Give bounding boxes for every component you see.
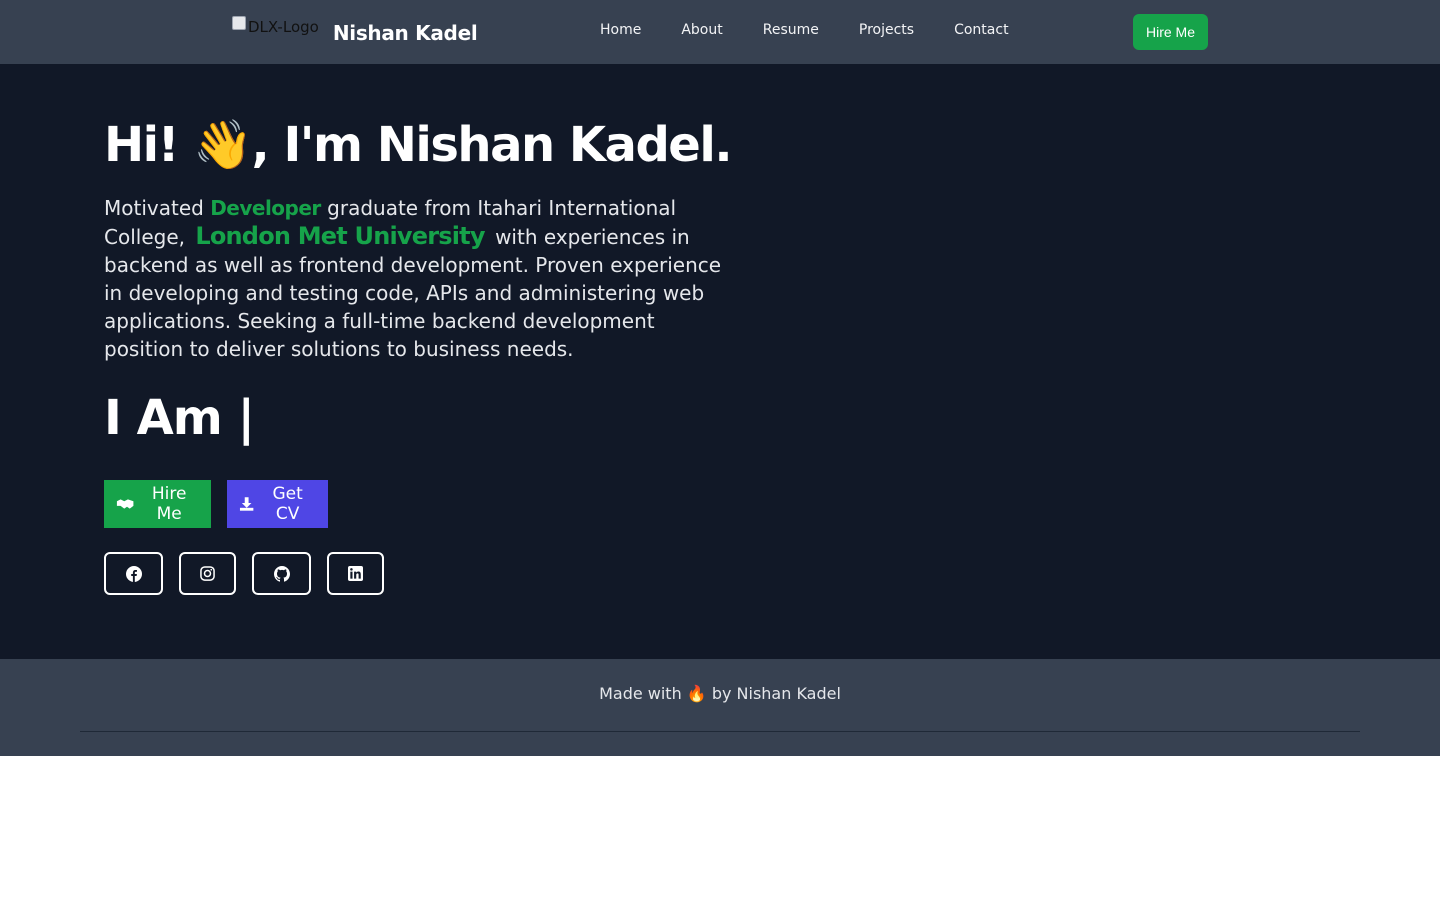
- get-cv-button[interactable]: Get CV: [227, 480, 328, 528]
- bio-prefix: Motivated: [104, 196, 204, 220]
- github-link[interactable]: [252, 552, 311, 595]
- hero-hire-button[interactable]: Hire Me: [104, 480, 211, 528]
- footer-credit: Made with 🔥 by Nishan Kadel: [599, 684, 841, 703]
- navbar: DLX-Logo Nishan Kadel Home About Resume …: [0, 0, 1440, 64]
- logo-image: DLX-Logo: [232, 16, 319, 36]
- get-cv-label: Get CV: [272, 484, 303, 524]
- github-icon: [273, 565, 290, 582]
- brand[interactable]: DLX-Logo Nishan Kadel: [232, 16, 478, 50]
- nav-link-resume[interactable]: Resume: [763, 22, 819, 38]
- brand-name: Nishan Kadel: [332, 21, 478, 45]
- handshake-icon: [116, 499, 134, 509]
- linkedin-icon: [348, 566, 363, 581]
- hero-actions: Hire Me Get CV: [104, 480, 328, 528]
- nav-link-contact[interactable]: Contact: [954, 22, 1008, 38]
- facebook-link[interactable]: [104, 552, 163, 595]
- facebook-icon: [125, 565, 142, 582]
- instagram-link[interactable]: [179, 552, 236, 595]
- bio-role-highlight: Developer: [210, 196, 321, 220]
- hero-bio: Motivated Developer graduate from Itahar…: [104, 194, 734, 363]
- hero-greeting: Hi! 👋, I'm Nishan Kadel.: [104, 117, 733, 173]
- nav-hire-button[interactable]: Hire Me: [1133, 14, 1208, 50]
- hero-hire-label: Hire Me: [151, 484, 187, 524]
- nav-links: Home About Resume Projects Contact: [600, 22, 1009, 38]
- logo-alt-text: DLX-Logo: [248, 18, 319, 36]
- nav-link-projects[interactable]: Projects: [859, 22, 914, 38]
- bio-university-highlight: London Met University: [195, 222, 485, 250]
- footer: Made with 🔥 by Nishan Kadel: [0, 659, 1440, 756]
- typewriter-text: I Am |: [104, 390, 255, 446]
- nav-link-home[interactable]: Home: [600, 22, 641, 38]
- linkedin-link[interactable]: [327, 552, 384, 595]
- social-links: [104, 552, 384, 595]
- broken-image-icon: [232, 16, 246, 30]
- instagram-icon: [200, 566, 215, 581]
- footer-divider: [80, 731, 1360, 732]
- nav-link-about[interactable]: About: [681, 22, 722, 38]
- download-icon: [239, 497, 254, 511]
- hero-section: Hi! 👋, I'm Nishan Kadel. Motivated Devel…: [0, 64, 1440, 659]
